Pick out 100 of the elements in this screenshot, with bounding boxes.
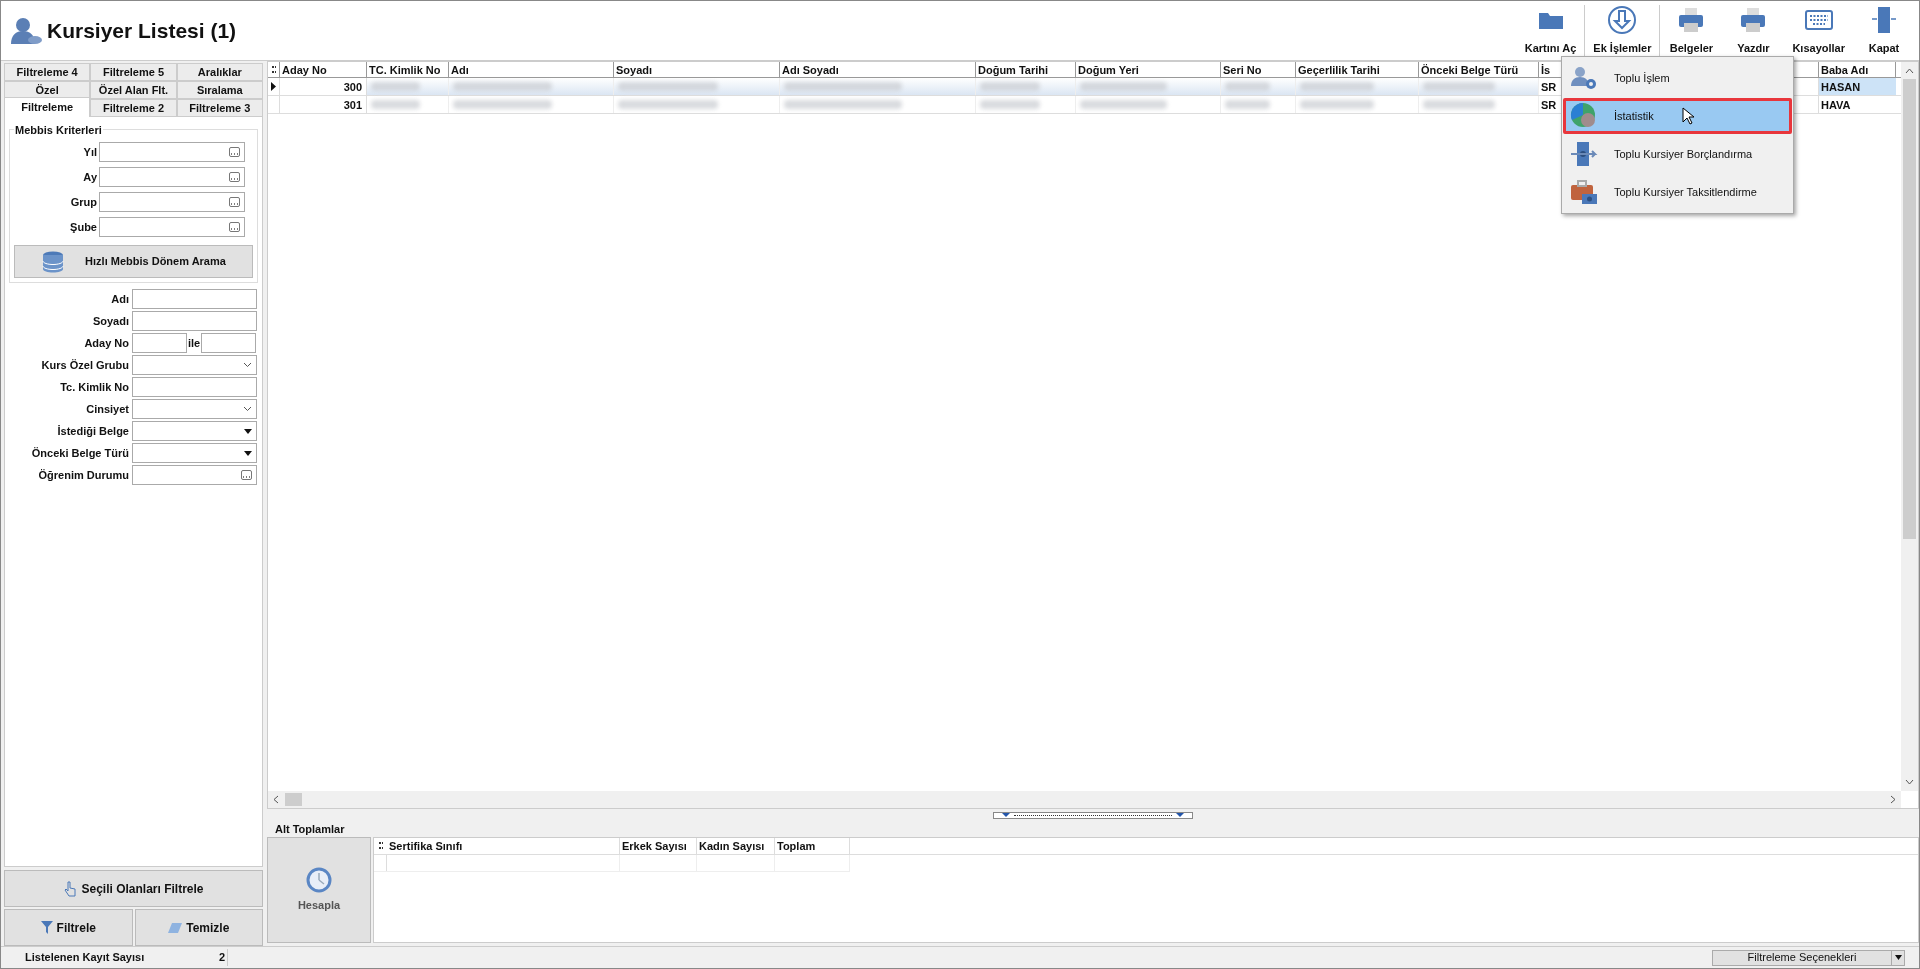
grip-dots-icon xyxy=(271,65,276,74)
text-field[interactable] xyxy=(201,333,257,353)
filter-tab[interactable]: Filtreleme 4 xyxy=(4,63,91,81)
door-icon xyxy=(1869,4,1899,35)
database-icon xyxy=(41,249,66,274)
chevron-down-icon xyxy=(243,362,252,368)
column-header[interactable]: Toplam xyxy=(775,838,850,854)
menu-item[interactable]: Toplu Kursiyer Taksitlendirme xyxy=(1563,174,1792,210)
lookup-field[interactable] xyxy=(99,167,245,187)
redacted-text xyxy=(1225,100,1270,109)
window-title: Kursiyer Listesi (1) xyxy=(47,17,237,44)
caret-down-icon xyxy=(244,450,252,456)
scroll-thumb[interactable] xyxy=(285,793,302,806)
section-title: Alt Toplamlar xyxy=(274,822,346,837)
ellipsis-icon[interactable] xyxy=(241,470,252,480)
vertical-scrollbar[interactable] xyxy=(1901,62,1918,791)
chevron-down-icon xyxy=(243,406,252,412)
caret-down-icon xyxy=(1894,955,1902,960)
filter-tab[interactable]: Filtreleme 5 xyxy=(90,63,177,81)
column-header[interactable]: Aday No xyxy=(280,62,367,77)
column-header[interactable]: Doğum Tarihi xyxy=(976,62,1076,77)
filter-options-dropdown[interactable]: Filtreleme Seçenekleri xyxy=(1712,949,1905,966)
filter-tab[interactable]: Filtreleme xyxy=(4,97,91,117)
redacted-text xyxy=(980,82,1040,91)
redacted-text xyxy=(371,100,420,109)
pie-chart-icon xyxy=(1570,102,1598,130)
scroll-right-icon[interactable] xyxy=(1888,795,1897,804)
filter-tab[interactable]: Filtreleme 3 xyxy=(176,99,263,117)
funnel-icon xyxy=(40,921,53,934)
field-label: Öğrenim Durumu xyxy=(38,467,129,483)
dropdown-field[interactable] xyxy=(132,443,257,463)
briefcase-money-icon xyxy=(1570,178,1598,206)
filter-tab[interactable]: Filtreleme 2 xyxy=(90,99,177,117)
text-field[interactable] xyxy=(132,289,257,309)
menu-item[interactable]: Toplu Kursiyer Borçlandırma xyxy=(1563,136,1792,172)
toolbar-button[interactable]: Belgeler xyxy=(1660,4,1723,57)
lookup-field[interactable] xyxy=(99,192,245,212)
column-header[interactable]: Soyadı xyxy=(614,62,780,77)
field-label: Adı xyxy=(111,291,129,307)
field-label: Grup xyxy=(70,194,97,210)
column-header[interactable]: Önceki Belge Türü xyxy=(1419,62,1539,77)
column-header[interactable]: Sertifika Sınıfı xyxy=(387,838,620,854)
toolbar-button[interactable]: Yazdır xyxy=(1722,4,1785,57)
users-gear-icon xyxy=(1570,64,1598,92)
lookup-field[interactable] xyxy=(99,217,245,237)
eraser-icon xyxy=(168,922,183,933)
field-label: Kurs Özel Grubu xyxy=(41,357,129,373)
caret-down-icon xyxy=(244,428,252,434)
field-label: Ay xyxy=(83,169,97,185)
text-field[interactable] xyxy=(132,333,187,353)
clock-icon xyxy=(306,866,332,893)
download-icon xyxy=(1607,4,1638,35)
redacted-text xyxy=(371,82,420,91)
toolbar-button[interactable]: Kısayollar xyxy=(1784,4,1853,57)
filter-tab[interactable]: Sıralama xyxy=(176,81,263,99)
ellipsis-icon[interactable] xyxy=(229,172,240,182)
column-header[interactable]: Geçerlilik Tarihi xyxy=(1296,62,1419,77)
calculate-button[interactable]: Hesapla xyxy=(267,837,371,943)
column-header[interactable]: Adı Soyadı xyxy=(780,62,976,77)
grip-dots-icon xyxy=(378,842,383,850)
column-header[interactable]: Adı xyxy=(449,62,614,77)
column-header[interactable]: Erkek Sayısı xyxy=(620,838,697,854)
column-header[interactable]: Baba Adı xyxy=(1819,62,1896,77)
column-header[interactable]: Kadın Sayısı xyxy=(697,838,775,854)
search-button[interactable]: Hızlı Mebbis Dönem Arama xyxy=(14,245,253,278)
ellipsis-icon[interactable] xyxy=(229,197,240,207)
horizontal-scrollbar[interactable] xyxy=(268,791,1901,808)
scroll-thumb[interactable] xyxy=(1903,79,1916,539)
users-icon xyxy=(9,15,43,46)
text-field[interactable] xyxy=(132,311,257,331)
table-cell: 301 xyxy=(280,96,367,113)
redacted-text xyxy=(1423,100,1495,109)
field-label: İstediği Belge xyxy=(57,423,129,439)
field-label: Soyadı xyxy=(92,313,129,329)
filter-selected-button[interactable]: Seçili Olanları Filtrele xyxy=(4,870,263,907)
scroll-left-icon[interactable] xyxy=(272,795,281,804)
field-label: Şube xyxy=(70,219,97,235)
text-field[interactable] xyxy=(132,377,257,397)
column-header[interactable]: TC. Kimlik No xyxy=(367,62,449,77)
ellipsis-icon[interactable] xyxy=(229,222,240,232)
dropdown-field[interactable] xyxy=(132,399,257,419)
lookup-field[interactable] xyxy=(99,142,245,162)
filter-button[interactable]: Filtrele xyxy=(4,909,133,946)
toolbar-button[interactable]: Kartını Aç xyxy=(1516,4,1585,57)
filter-tab[interactable]: Aralıklar xyxy=(176,63,263,81)
column-header[interactable]: Doğum Yeri xyxy=(1076,62,1221,77)
ellipsis-icon[interactable] xyxy=(229,147,240,157)
field-label: Önceki Belge Türü xyxy=(31,445,129,461)
dropdown-field[interactable] xyxy=(132,355,257,375)
redacted-text xyxy=(1423,82,1495,91)
dropdown-field[interactable] xyxy=(132,421,257,441)
lookup-field[interactable] xyxy=(132,465,257,485)
toolbar-button[interactable]: Kapat xyxy=(1853,4,1915,57)
clear-button[interactable]: Temizle xyxy=(134,909,263,946)
redacted-text xyxy=(1225,82,1270,91)
status-label: Listelenen Kayıt Sayısı xyxy=(24,950,146,966)
column-header[interactable]: Seri No xyxy=(1221,62,1296,77)
splitter-handle[interactable] xyxy=(993,811,1193,819)
filter-tab[interactable]: Özel Alan Flt. xyxy=(90,81,177,99)
menu-item[interactable]: İstatistik xyxy=(1563,98,1792,134)
